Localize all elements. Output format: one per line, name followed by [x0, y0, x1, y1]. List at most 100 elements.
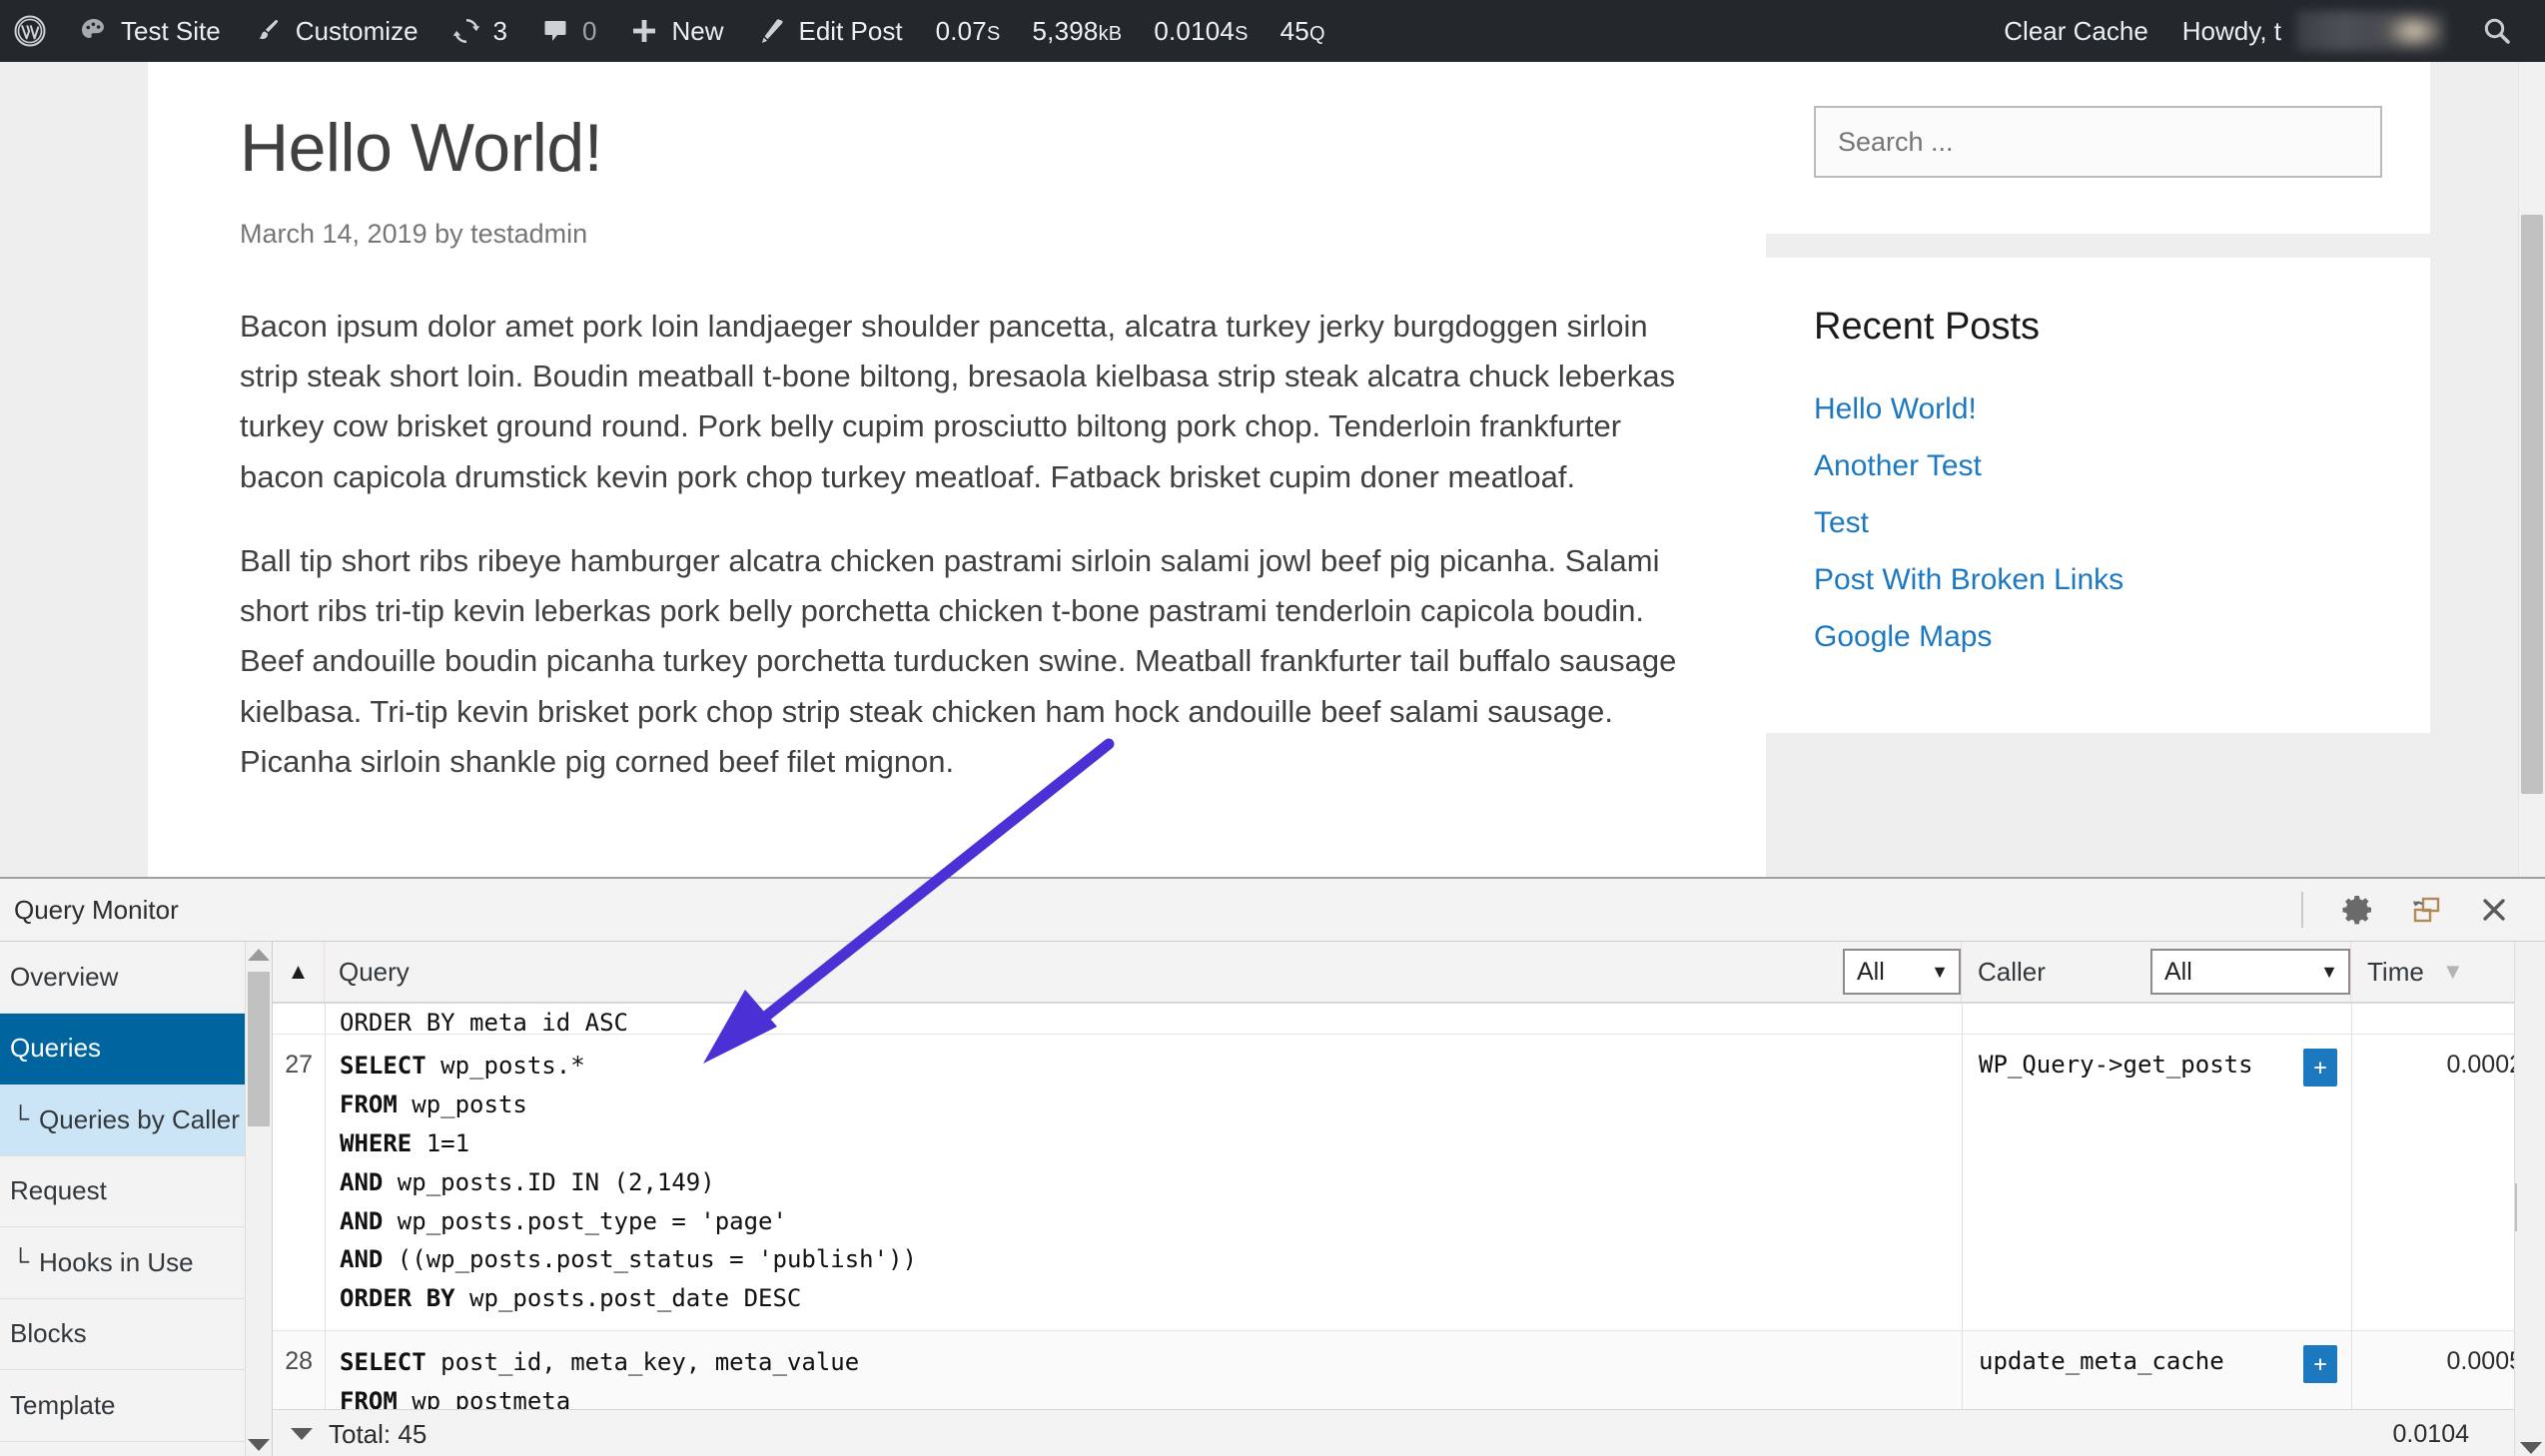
sidebar-item-blocks[interactable]: Blocks: [0, 1298, 272, 1370]
query-monitor-titlebar: Query Monitor: [0, 879, 2545, 942]
scroll-up-icon[interactable]: [246, 942, 272, 968]
query-filter-select[interactable]: All ▼: [1843, 949, 1961, 995]
recent-post-link-3[interactable]: Test: [1814, 506, 1869, 539]
admin-bar-left-group: Test Site Customize 3 0 New Edit Post 0.…: [0, 0, 1341, 62]
list-item: Post With Broken Links: [1814, 563, 2382, 597]
total-label: Total: 45: [329, 1418, 427, 1449]
query-monitor-body: Overview Queries └ Queries by Caller Req…: [0, 942, 2545, 1456]
sidebar-item-label: Queries: [10, 1033, 102, 1064]
comments-menu[interactable]: 0: [524, 0, 613, 62]
sql-keyword: AND: [340, 1206, 384, 1235]
post-body: Bacon ipsum dolor amet pork loin landjae…: [240, 302, 1686, 787]
query-filter-value: All: [1857, 957, 1885, 986]
recent-posts-list: Hello World! Another Test Test Post With…: [1814, 392, 2382, 654]
clear-cache-button[interactable]: Clear Cache: [1987, 0, 2165, 62]
row-caller: [1962, 1004, 2351, 1034]
recent-post-link-2[interactable]: Another Test: [1814, 449, 1982, 482]
sql-keyword: ORDER BY: [340, 1284, 455, 1313]
qm-stat-db-time[interactable]: 0.0104S: [1138, 16, 1264, 47]
updates-menu[interactable]: 3: [435, 0, 524, 62]
my-account-menu[interactable]: Howdy, t: [2165, 0, 2463, 62]
caller-filter-value: All: [2164, 957, 2192, 986]
query-monitor-title: Query Monitor: [14, 894, 179, 925]
sort-descending-icon: ▼: [2441, 959, 2464, 984]
search-input[interactable]: [1814, 106, 2382, 178]
row-caller: update_meta_cache +: [1962, 1331, 2351, 1410]
panel-outer-scrollbar[interactable]: [2517, 942, 2545, 1456]
collapse-icon[interactable]: [291, 1428, 313, 1440]
row-number: [273, 1004, 325, 1034]
sidebar-item-queries-by-caller[interactable]: └ Queries by Caller: [0, 1085, 272, 1156]
table-row[interactable]: 27 SELECT wp_posts.* FROM wp_posts WHERE…: [273, 1035, 2545, 1332]
paintbrush-icon: [255, 17, 283, 45]
time-column-header[interactable]: Time ▼: [2351, 942, 2491, 1002]
qm-stat-query-count-unit: Q: [1308, 22, 1325, 45]
clear-cache-label: Clear Cache: [2004, 15, 2148, 46]
query-monitor-nav: Overview Queries └ Queries by Caller Req…: [0, 942, 273, 1456]
chevron-down-icon: ▼: [2320, 961, 2338, 982]
expand-caller-button[interactable]: +: [2303, 1049, 2337, 1087]
table-row[interactable]: 28 SELECT post_id, meta_key, meta_value …: [273, 1331, 2545, 1410]
qm-stat-db-time-value: 0.0104: [1154, 15, 1236, 46]
qm-stat-page-time[interactable]: 0.07S: [920, 16, 1017, 47]
table-footer-row: Total: 45 0.0104: [273, 1409, 2545, 1456]
qm-stat-db-time-unit: S: [1235, 22, 1249, 45]
sql-keyword: AND: [340, 1245, 384, 1274]
browser-scrollbar-thumb[interactable]: [2521, 215, 2543, 794]
redacted-username-avatar: [2296, 11, 2446, 51]
site-name-label: Test Site: [121, 15, 221, 46]
new-content-menu[interactable]: New: [613, 0, 740, 62]
qm-stat-memory[interactable]: 5,398kB: [1017, 16, 1139, 47]
sql-line: ORDER BY meta_id ASC: [340, 1009, 628, 1035]
qm-stat-query-count[interactable]: 45Q: [1265, 16, 1341, 47]
admin-bar-search-button[interactable]: [2463, 15, 2535, 47]
sort-column-header[interactable]: ▲: [273, 942, 325, 1002]
recent-post-link-4[interactable]: Post With Broken Links: [1814, 563, 2123, 596]
sidebar-item-template[interactable]: Template: [0, 1370, 272, 1442]
sidebar-item-queries[interactable]: Queries: [0, 1013, 272, 1085]
sql-line: AND ((wp_posts.post_status = 'publish')): [340, 1240, 1962, 1279]
qm-stat-memory-unit: kB: [1098, 22, 1123, 45]
sidebar-item-label: Request: [10, 1175, 107, 1206]
new-label: New: [671, 15, 724, 46]
customize-menu[interactable]: Customize: [238, 0, 435, 62]
scroll-down-icon[interactable]: [2517, 1442, 2545, 1454]
recent-post-link-5[interactable]: Google Maps: [1814, 620, 1992, 653]
sidebar-item-request[interactable]: Request: [0, 1155, 272, 1227]
scroll-down-icon[interactable]: [246, 1432, 272, 1456]
page-title: Hello World!: [240, 110, 603, 186]
list-item: Google Maps: [1814, 620, 2382, 654]
post-paragraph-1: Bacon ipsum dolor amet pork loin landjae…: [240, 309, 1676, 494]
recent-post-link-1[interactable]: Hello World!: [1814, 392, 1977, 425]
sql-text: wp_posts.post_date DESC: [454, 1284, 802, 1313]
edit-post-label: Edit Post: [798, 15, 903, 46]
nav-scrollbar-thumb[interactable]: [248, 972, 270, 1126]
recent-posts-title: Recent Posts: [1814, 306, 2040, 348]
wp-logo-menu[interactable]: [0, 0, 63, 62]
sql-keyword: WHERE: [340, 1128, 413, 1157]
sql-line: ORDER BY wp_posts.post_date DESC: [340, 1279, 1962, 1318]
wordpress-logo-icon: [14, 15, 46, 47]
expand-caller-button[interactable]: +: [2303, 1345, 2337, 1384]
sql-text: ((wp_posts.post_status = 'publish')): [383, 1245, 917, 1274]
settings-gear-icon[interactable]: [2341, 893, 2375, 927]
sidebar-item-hooks-in-use-template[interactable]: └ Hooks in Use: [0, 1441, 272, 1456]
row-caller: WP_Query->get_posts +: [1962, 1035, 2351, 1331]
sql-text: wp_posts.*: [425, 1052, 585, 1080]
plus-icon: [630, 17, 658, 45]
edit-post-menu[interactable]: Edit Post: [741, 0, 920, 62]
footer-total: Total: 45: [273, 1419, 426, 1450]
site-name-menu[interactable]: Test Site: [63, 0, 238, 62]
sidebar-item-hooks-in-use-request[interactable]: └ Hooks in Use: [0, 1227, 272, 1299]
caller-column-label: Caller: [1978, 956, 2046, 987]
caller-name: WP_Query->get_posts: [1979, 1051, 2253, 1079]
row-sql: SELECT post_id, meta_key, meta_value FRO…: [325, 1331, 1962, 1410]
search-widget: [1766, 62, 2430, 234]
close-icon[interactable]: [2477, 893, 2511, 927]
post-meta: March 14, 2019 by testadmin: [240, 219, 588, 249]
caller-filter-select[interactable]: All ▼: [2150, 949, 2350, 995]
qm-stat-query-count-value: 45: [1279, 15, 1309, 46]
sidebar-item-overview[interactable]: Overview: [0, 942, 272, 1014]
toggle-position-icon[interactable]: [2409, 893, 2443, 927]
nav-scrollbar[interactable]: [245, 942, 272, 1456]
